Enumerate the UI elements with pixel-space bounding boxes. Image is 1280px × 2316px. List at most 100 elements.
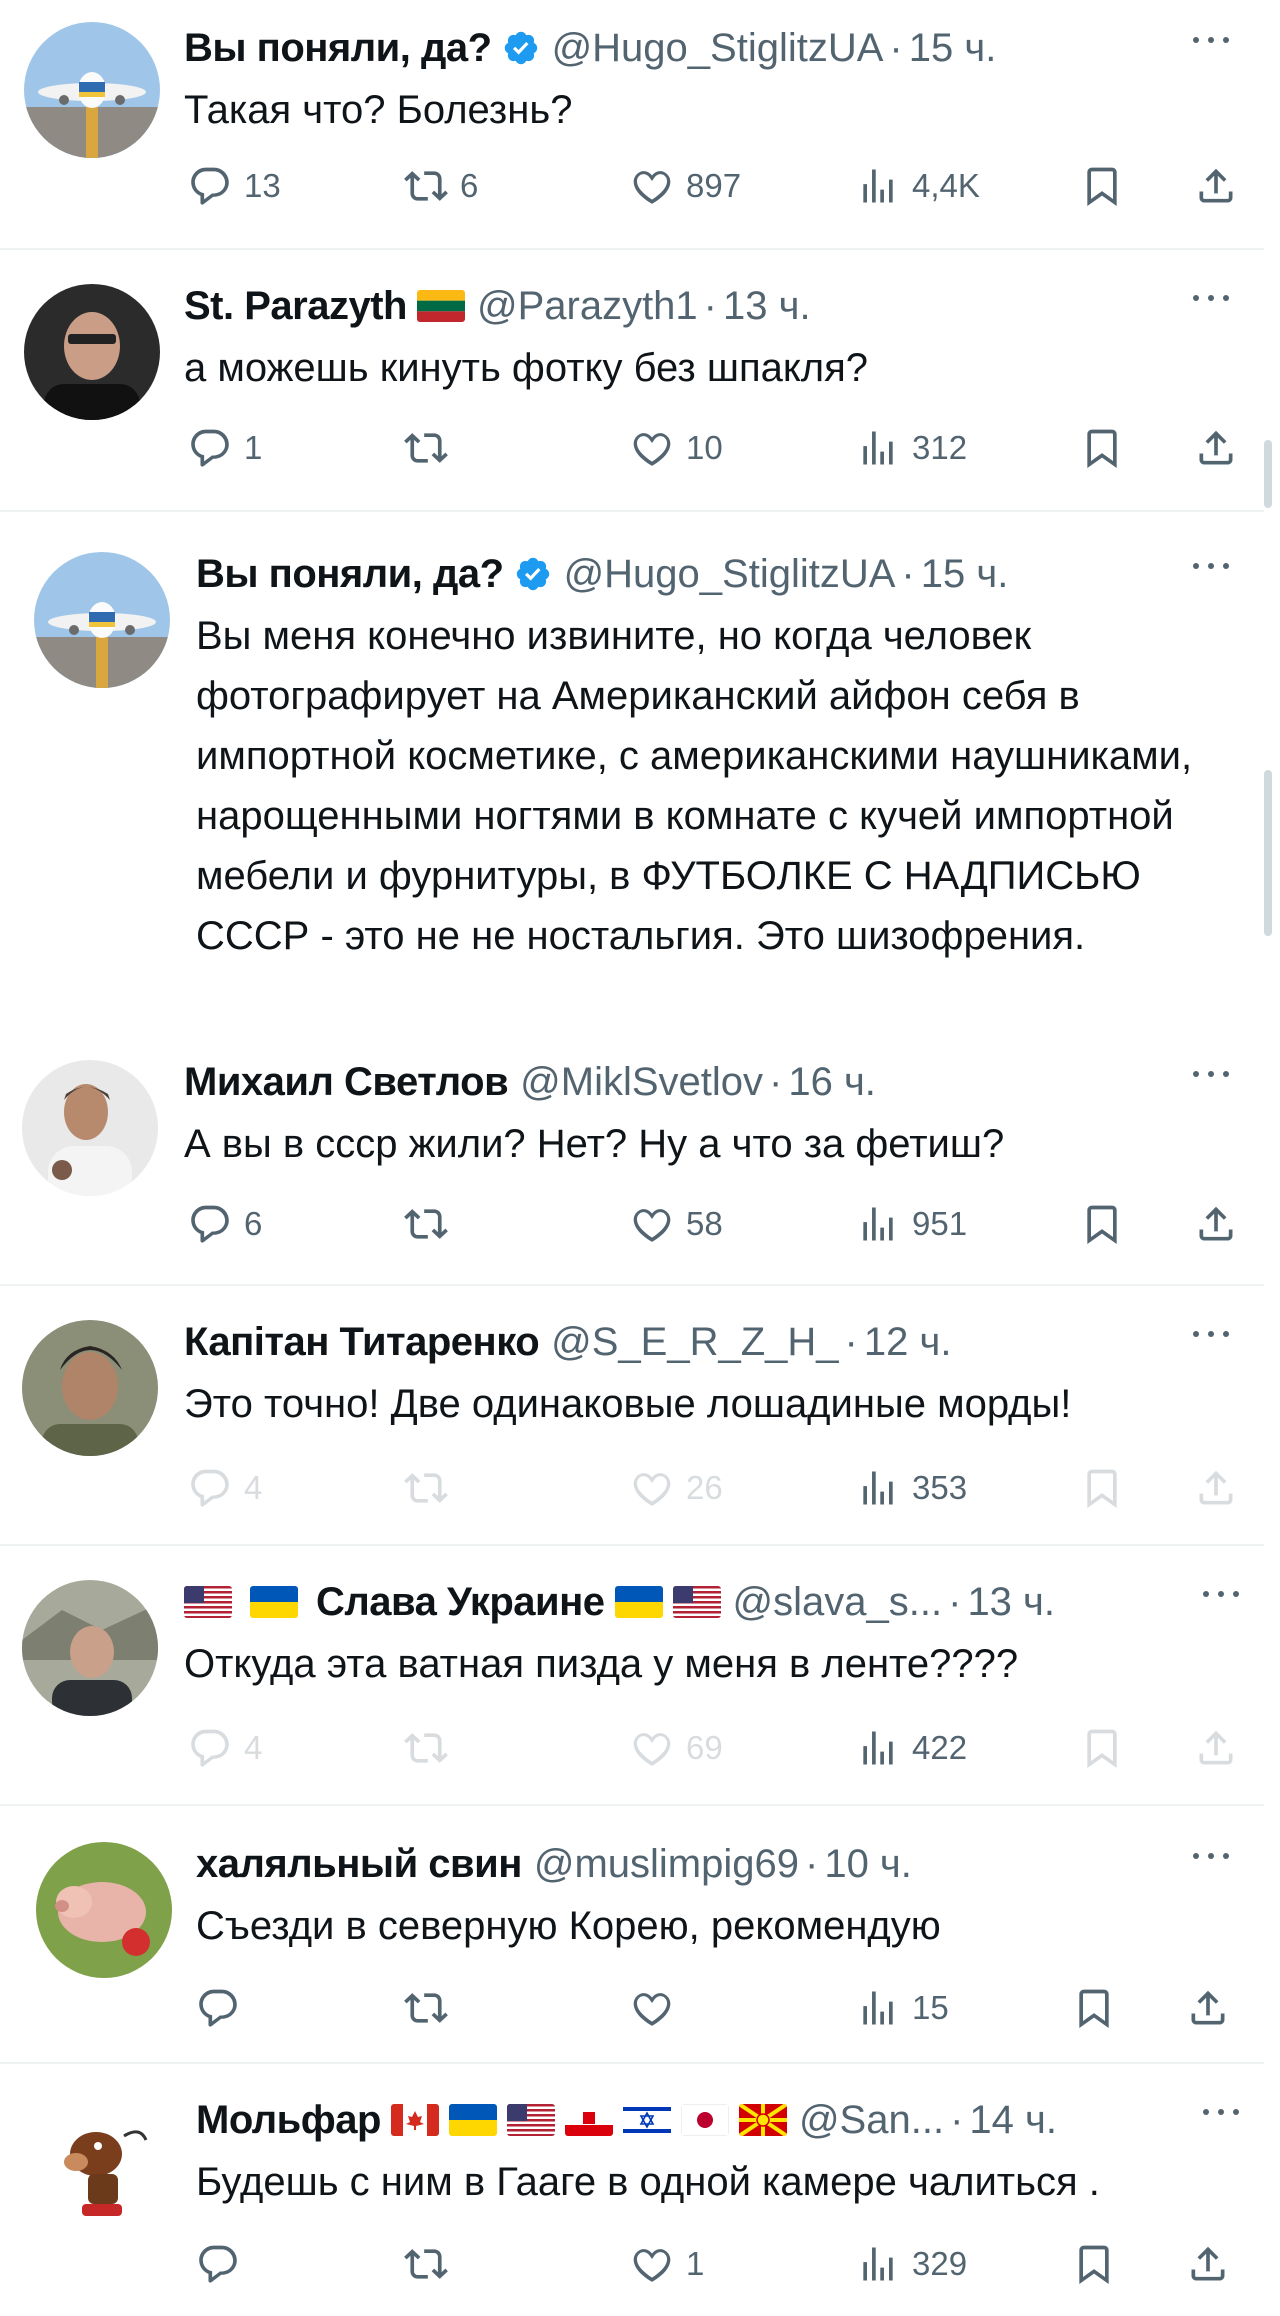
share-button[interactable]	[1186, 1980, 1230, 2036]
views-button[interactable]: 329	[856, 2236, 967, 2292]
tweet[interactable]: халяльный свин @muslimpig69 · 10 ч. Съез…	[0, 1806, 1264, 2064]
avatar[interactable]	[22, 1580, 158, 1716]
avatar[interactable]	[36, 1842, 172, 1978]
bookmark-button[interactable]	[1072, 1980, 1116, 2036]
bookmark-button[interactable]	[1080, 158, 1124, 214]
author-handle[interactable]: @muslimpig69	[534, 1842, 799, 1887]
author-name[interactable]: Капітан Титаренко	[184, 1320, 540, 1365]
timestamp[interactable]: 13 ч.	[723, 284, 811, 329]
reply-button[interactable]	[196, 2236, 252, 2292]
bookmark-button[interactable]	[1080, 420, 1124, 476]
like-button[interactable]: 58	[630, 1196, 723, 1252]
views-button[interactable]: 951	[856, 1196, 967, 1252]
retweet-button[interactable]	[404, 1980, 460, 2036]
reply-button[interactable]	[196, 1980, 252, 2036]
like-button[interactable]: 897	[630, 158, 741, 214]
views-icon	[863, 169, 893, 203]
tweet[interactable]: Михаил Светлов @MiklSvetlov · 16 ч. А вы…	[0, 1034, 1264, 1286]
views-button[interactable]: 4,4K	[856, 158, 980, 214]
scrollbar-thumb[interactable]	[1264, 440, 1272, 508]
reply-button[interactable]: 6	[188, 1196, 262, 1252]
scrollbar-thumb[interactable]	[1264, 770, 1272, 936]
retweet-button[interactable]	[404, 1460, 460, 1516]
tweet[interactable]: Вы поняли, да? @Hugo_StiglitzUA · 15 ч. …	[0, 512, 1264, 1034]
author-handle[interactable]: @Hugo_StiglitzUA	[552, 26, 884, 71]
author-handle[interactable]: @MiklSvetlov	[520, 1060, 763, 1105]
like-button[interactable]: 69	[630, 1720, 723, 1776]
more-icon[interactable]	[1198, 1584, 1244, 1604]
retweet-button[interactable]	[404, 1720, 460, 1776]
tweet[interactable]: St. Parazyth @Parazyth1 · 13 ч. а можешь…	[0, 250, 1264, 512]
bookmark-button[interactable]	[1080, 1720, 1124, 1776]
share-button[interactable]	[1194, 158, 1238, 214]
bookmark-button[interactable]	[1080, 1460, 1124, 1516]
avatar[interactable]	[24, 22, 160, 158]
author-handle[interactable]: @Hugo_StiglitzUA	[564, 552, 896, 597]
share-button[interactable]	[1194, 1196, 1238, 1252]
timestamp[interactable]: 15 ч.	[909, 26, 997, 71]
author-name[interactable]: халяльный свин	[196, 1842, 522, 1887]
author-name[interactable]: Мольфар	[196, 2098, 381, 2143]
like-button[interactable]: 26	[630, 1460, 723, 1516]
action-bar: 1 10 312	[184, 420, 1234, 476]
reply-button[interactable]: 4	[188, 1720, 262, 1776]
views-button[interactable]: 353	[856, 1460, 967, 1516]
views-count: 329	[912, 2245, 968, 2282]
more-icon[interactable]	[1188, 1846, 1234, 1866]
avatar[interactable]	[34, 552, 170, 688]
reply-button[interactable]: 13	[188, 158, 281, 214]
views-button[interactable]: 15	[856, 1980, 949, 2036]
author-handle[interactable]: @San...	[799, 2098, 944, 2143]
bookmark-button[interactable]	[1072, 2236, 1116, 2292]
timestamp[interactable]: 15 ч.	[921, 552, 1009, 597]
share-button[interactable]	[1194, 420, 1238, 476]
retweet-button[interactable]	[404, 1196, 460, 1252]
timestamp[interactable]: 16 ч.	[788, 1060, 876, 1105]
reply-button[interactable]: 4	[188, 1460, 262, 1516]
views-button[interactable]: 312	[856, 420, 967, 476]
more-icon[interactable]	[1188, 556, 1234, 576]
like-button[interactable]: 10	[630, 420, 723, 476]
tweet[interactable]: Слава Украине @slava_s... · 13 ч. Откуда…	[0, 1546, 1264, 1806]
views-button[interactable]: 422	[856, 1720, 967, 1776]
retweet-button[interactable]: 6	[404, 158, 478, 214]
tweet[interactable]: Вы поняли, да? @Hugo_StiglitzUA · 15 ч. …	[0, 0, 1264, 250]
more-icon[interactable]	[1188, 1064, 1234, 1084]
more-icon[interactable]	[1198, 2102, 1244, 2122]
author-handle[interactable]: @Parazyth1	[477, 284, 698, 329]
retweet-button[interactable]	[404, 420, 460, 476]
separator-dot: ·	[703, 283, 717, 328]
timestamp[interactable]: 10 ч.	[824, 1842, 912, 1887]
reply-button[interactable]: 1	[188, 420, 262, 476]
avatar[interactable]	[24, 284, 160, 420]
author-handle[interactable]: @slava_s...	[733, 1580, 943, 1625]
more-icon[interactable]	[1188, 288, 1234, 308]
timestamp[interactable]: 12 ч.	[864, 1320, 952, 1365]
author-name[interactable]: Михаил Светлов	[184, 1060, 509, 1105]
tweet[interactable]: Мольфар @San... · 14 ч. Будешь с ним в Г…	[0, 2064, 1264, 2316]
author-name[interactable]: St. Parazyth	[184, 284, 407, 329]
avatar[interactable]	[22, 1060, 158, 1196]
retweet-icon	[404, 433, 448, 463]
share-button[interactable]	[1194, 1720, 1238, 1776]
share-button[interactable]	[1194, 1460, 1238, 1516]
like-button[interactable]: 1	[630, 2236, 704, 2292]
bookmark-button[interactable]	[1080, 1196, 1124, 1252]
more-icon[interactable]	[1188, 30, 1234, 50]
retweet-button[interactable]	[404, 2236, 460, 2292]
avatar[interactable]	[22, 1320, 158, 1456]
avatar[interactable]	[36, 2096, 172, 2232]
share-button[interactable]	[1186, 2236, 1230, 2292]
verified-badge-icon	[516, 557, 549, 591]
author-handle[interactable]: @S_E_R_Z_H_	[551, 1320, 838, 1365]
like-button[interactable]	[630, 1980, 686, 2036]
author-name[interactable]: Вы поняли, да?	[184, 26, 492, 71]
author-name[interactable]: Слава Украине	[316, 1580, 605, 1625]
more-icon[interactable]	[1188, 1324, 1234, 1344]
views-count: 4,4K	[912, 167, 980, 204]
reply-count: 4	[244, 1729, 263, 1766]
timestamp[interactable]: 13 ч.	[967, 1580, 1055, 1625]
tweet[interactable]: Капітан Титаренко @S_E_R_Z_H_ · 12 ч. Эт…	[0, 1286, 1264, 1546]
author-name[interactable]: Вы поняли, да?	[196, 552, 504, 597]
timestamp[interactable]: 14 ч.	[969, 2098, 1057, 2143]
